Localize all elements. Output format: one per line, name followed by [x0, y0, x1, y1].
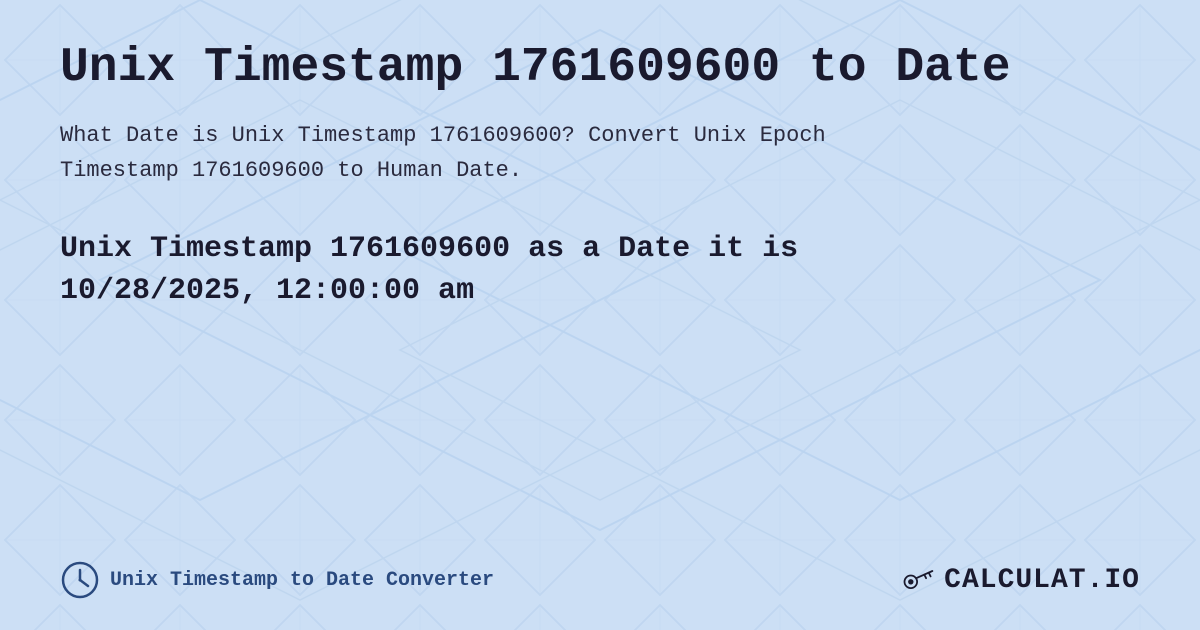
description-section: What Date is Unix Timestamp 1761609600? …: [60, 118, 1140, 218]
result-section: Unix Timestamp 1761609600 as a Date it i…: [60, 228, 1140, 312]
result-line2: 10/28/2025, 12:00:00 am: [60, 274, 474, 308]
footer-label: Unix Timestamp to Date Converter: [110, 569, 494, 592]
description: What Date is Unix Timestamp 1761609600? …: [60, 118, 1140, 188]
footer-left: Unix Timestamp to Date Converter: [60, 560, 494, 600]
header-section: Unix Timestamp 1761609600 to Date: [60, 40, 1140, 118]
result-line1: Unix Timestamp 1761609600 as a Date it i…: [60, 232, 798, 266]
footer: Unix Timestamp to Date Converter CALCULA…: [60, 540, 1140, 600]
page-content: Unix Timestamp 1761609600 to Date What D…: [0, 0, 1200, 630]
logo-area: CALCULAT.IO: [900, 562, 1140, 598]
logo-text: CALCULAT.IO: [944, 565, 1140, 596]
calculat-icon: [900, 562, 936, 598]
description-line1: What Date is Unix Timestamp 1761609600? …: [60, 123, 826, 148]
main-title: Unix Timestamp 1761609600 to Date: [60, 40, 1140, 98]
description-line2: Timestamp 1761609600 to Human Date.: [60, 158, 522, 183]
result-text: Unix Timestamp 1761609600 as a Date it i…: [60, 228, 1140, 312]
clock-icon: [60, 560, 100, 600]
